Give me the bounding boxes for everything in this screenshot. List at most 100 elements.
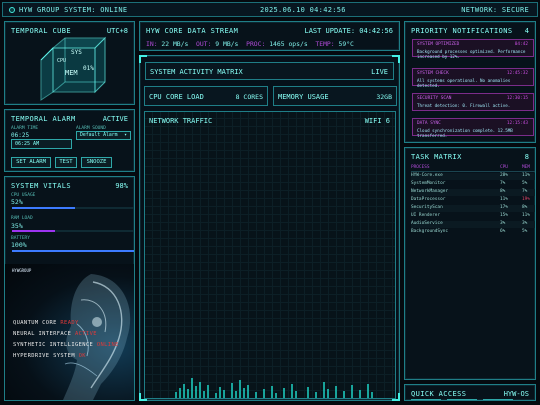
hero-image: HYWGROUP QUANTUM CORE READY NEURAL INTER… bbox=[5, 264, 134, 400]
datetime: 2025.06.10 04:42:56 bbox=[260, 6, 346, 14]
temporal-alarm-panel: TEMPORAL ALARM ACTIVE ALARM TIME 06:25 0… bbox=[4, 109, 135, 172]
mem-cell: 19% bbox=[522, 197, 530, 202]
cpu-cell: 11% bbox=[500, 197, 508, 202]
alarm-time-value: 06:25 bbox=[11, 132, 30, 139]
notification-time: 04:42 bbox=[514, 42, 528, 47]
hero-line-label: QUANTUM CORE bbox=[13, 320, 57, 326]
memory-size: 32GB bbox=[376, 93, 392, 101]
table-row[interactable]: BackgroundSync 6% 5% bbox=[411, 229, 535, 236]
task-matrix-panel: TASK MATRIX 8 PROCESS CPU MEM HYW-Core.e… bbox=[404, 147, 536, 380]
cpu-cores: 8 CORES bbox=[235, 93, 263, 101]
table-row[interactable]: NetworkManager 8% 7% bbox=[411, 189, 535, 196]
hero-line-hyperdrive-system: HYPERDRIVE SYSTEM OK bbox=[13, 353, 86, 359]
last-update: LAST UPDATE: 04:42:56 bbox=[304, 27, 393, 35]
mem-cell: 11% bbox=[522, 173, 530, 178]
process-cell: AudioService bbox=[411, 221, 443, 226]
temp-label: TEMP: bbox=[315, 40, 335, 48]
cube-word: SYS bbox=[71, 49, 82, 56]
memory-card: MEMORY USAGE 32GB bbox=[273, 86, 397, 106]
proc-value: 1465 ops/s bbox=[269, 40, 308, 48]
notification-item[interactable]: SECURITY SCAN 12:30:15 Threat detection: 0… bbox=[412, 93, 534, 111]
notification-time: 12:15:43 bbox=[506, 121, 528, 126]
notification-item[interactable]: DATA SYNC 12:15:43 Cloud synchronization c… bbox=[412, 118, 534, 138]
process-cell: NetworkManager bbox=[411, 189, 449, 194]
hero-line-status: ACTIVE bbox=[74, 331, 97, 337]
matrix-title: SYSTEM ACTIVITY MATRIX bbox=[150, 68, 243, 76]
mem-cell: 11% bbox=[522, 213, 530, 218]
system-status: HYW GROUP SYSTEM: ONLINE bbox=[19, 5, 128, 14]
table-row[interactable]: HYW-Core.exe 28% 11% bbox=[411, 173, 535, 180]
cpu-cell: 7% bbox=[500, 181, 506, 186]
quick-access-panel: QUICK ACCESS HYW-OS bbox=[404, 384, 536, 401]
notification-item[interactable]: SYSTEM OPTIMIZED 04:42 Background processe… bbox=[412, 39, 534, 59]
notification-time: 12:30:15 bbox=[506, 96, 528, 101]
notification-head: SECURITY SCAN bbox=[417, 96, 452, 101]
hero-line-status: ONLINE bbox=[96, 342, 119, 348]
temp-value: 59°C bbox=[338, 40, 354, 48]
header-process: PROCESS bbox=[411, 165, 430, 170]
hero-line-neural-interface: NEURAL INTERFACE ACTIVE bbox=[13, 331, 97, 337]
cpu-cell: 3% bbox=[500, 221, 506, 226]
notification-body: Cloud synchronization complete. 12.5MB t… bbox=[417, 128, 513, 138]
panel-title: TEMPORAL ALARM bbox=[11, 115, 76, 123]
memory-title: MEMORY USAGE bbox=[278, 93, 329, 101]
ram-load-value: 35% bbox=[11, 222, 23, 230]
table-row[interactable]: DataProcessor 11% 19% bbox=[411, 197, 535, 204]
notification-item[interactable]: SYSTEM CHECK 12:45:32 All systems operatio… bbox=[412, 68, 534, 88]
alarm-sound-value: Default Alarm bbox=[80, 133, 118, 138]
table-row[interactable]: UI Renderer 15% 11% bbox=[411, 213, 535, 220]
notification-head: SYSTEM OPTIMIZED bbox=[417, 42, 460, 47]
quick-access-button[interactable] bbox=[483, 399, 513, 400]
traffic-title: NETWORK TRAFFIC bbox=[149, 117, 213, 125]
process-cell: DataProcessor bbox=[411, 197, 446, 202]
table-row[interactable]: SecurityScan 17% 8% bbox=[411, 205, 535, 212]
traffic-grid bbox=[145, 112, 395, 398]
cpu-load-title: CPU CORE LOAD bbox=[149, 93, 204, 101]
cpu-cell: 15% bbox=[500, 213, 508, 218]
test-alarm-button[interactable]: TEST bbox=[55, 157, 77, 168]
cpu-usage-fill bbox=[12, 207, 76, 209]
cube-word: 01% bbox=[83, 65, 94, 72]
snooze-button[interactable]: SNOOZE bbox=[81, 157, 112, 168]
quick-access-button[interactable] bbox=[447, 399, 477, 400]
quick-access-button[interactable] bbox=[411, 399, 441, 400]
ram-load-label: RAM LOAD bbox=[11, 216, 33, 221]
table-row[interactable]: SystemMonitor 7% 5% bbox=[411, 181, 535, 188]
alarm-time-input[interactable]: 06:25 AM bbox=[11, 139, 72, 149]
stream-metrics: IN: 22 MB/s OUT: 9 MB/s PROC: 1465 ops/s… bbox=[146, 40, 354, 48]
status-dot-icon bbox=[9, 6, 15, 13]
cube-word: MEM bbox=[65, 69, 78, 77]
cpu-usage-value: 52% bbox=[11, 198, 23, 206]
battery-value: 100% bbox=[11, 241, 27, 249]
cpu-load-card: CPU CORE LOAD 8 CORES bbox=[144, 86, 268, 106]
button-label: SNOOZE bbox=[86, 159, 107, 165]
button-label: TEST bbox=[59, 159, 73, 165]
header-mem: MEM bbox=[522, 165, 530, 170]
notification-body: Threat detection: 0. Firewall active. bbox=[417, 103, 511, 108]
process-cell: UI Renderer bbox=[411, 213, 441, 218]
process-cell: BackgroundSync bbox=[411, 229, 449, 234]
mem-cell: 3% bbox=[522, 221, 528, 226]
set-alarm-button[interactable]: SET ALARM bbox=[11, 157, 51, 168]
notification-head: SYSTEM CHECK bbox=[417, 71, 449, 76]
hero-line-status: OK bbox=[78, 353, 86, 359]
alarm-time-input-value: 06:25 AM bbox=[15, 141, 40, 147]
task-count: 8 bbox=[524, 153, 529, 161]
hero-line-label: SYNTHETIC INTELLIGENCE bbox=[13, 342, 94, 348]
traffic-bars bbox=[175, 378, 373, 398]
panel-title: SYSTEM VITALS bbox=[11, 182, 71, 190]
alarm-time-label: ALARM TIME bbox=[11, 126, 39, 131]
alarm-sound-select[interactable]: Default Alarm ▾ bbox=[76, 131, 131, 140]
utc-offset: UTC+8 bbox=[106, 27, 128, 35]
cpu-usage-bar bbox=[12, 207, 134, 209]
network-traffic-card: NETWORK TRAFFIC WIFI 6 bbox=[144, 111, 396, 399]
ram-load-bar bbox=[12, 230, 134, 232]
matrix-header: SYSTEM ACTIVITY MATRIX LIVE bbox=[145, 62, 394, 80]
temporal-cube-panel: TEMPORAL CUBE UTC+8 MEM 01% SYS CPU bbox=[4, 21, 135, 105]
proc-label: PROC: bbox=[246, 40, 266, 48]
cpu-cell: 28% bbox=[500, 173, 508, 178]
table-row[interactable]: AudioService 3% 3% bbox=[411, 221, 535, 228]
cpu-cell: 6% bbox=[500, 229, 506, 234]
mem-cell: 7% bbox=[522, 189, 528, 194]
priority-notifications-panel: PRIORITY NOTIFICATIONS 4 SYSTEM OPTIMIZE… bbox=[404, 21, 536, 143]
